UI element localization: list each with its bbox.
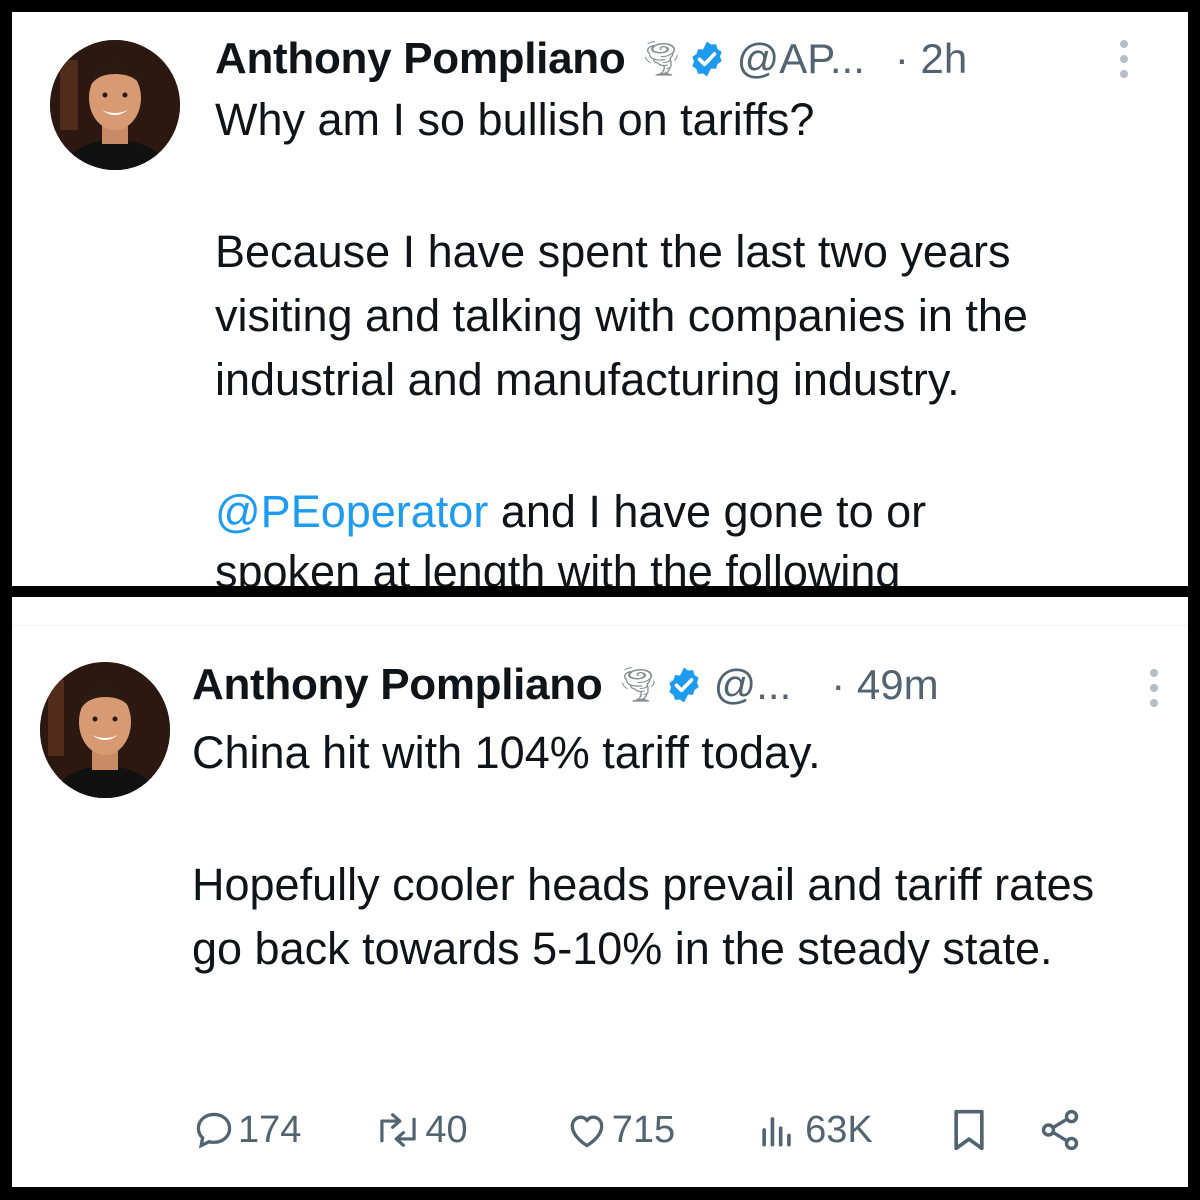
reply-count: 174 [238,1108,302,1151]
like-count: 715 [611,1108,676,1151]
avatar[interactable] [40,662,170,798]
tweet-text-paragraph: Hopefully cooler heads prevail and tarif… [192,859,1095,974]
tweet-text-paragraph: @PEoperator and I have gone to or [215,480,1155,544]
tornado-icon: 🌪 [616,666,660,704]
views-icon [762,1117,791,1147]
tornado-icon: 🌪 [639,40,683,78]
divider [12,625,1188,626]
tweet-text-line: China hit with 104% tariff today. [192,727,821,778]
tweet-header: Anthony Pompliano 🌪 @... · 49m [192,660,939,710]
author-name[interactable]: Anthony Pompliano [215,34,626,84]
mention-link[interactable]: @PEoperator [215,486,488,537]
share-icon [1041,1109,1078,1151]
tweet-card-bottom[interactable]: Anthony Pompliano 🌪 @... · 49m China hit… [12,597,1188,1187]
view-count: 63K [805,1108,873,1151]
views-button[interactable]: 63K [755,1108,873,1152]
bookmark-button[interactable] [947,1106,991,1154]
tweet-text-line: spoken at length with the following [215,546,901,586]
share-button[interactable] [1037,1107,1083,1153]
repost-count: 40 [425,1108,468,1151]
more-icon[interactable] [1120,40,1128,78]
tweet-time[interactable]: · 2h [895,35,967,83]
reply-button[interactable]: 174 [192,1108,301,1152]
avatar[interactable] [50,40,180,170]
more-icon[interactable] [1150,669,1158,707]
repost-button[interactable]: 40 [373,1108,468,1152]
verified-badge-icon [668,667,699,703]
author-handle[interactable]: @AP... [737,35,865,83]
verified-badge-icon [691,41,722,77]
bookmark-icon [954,1109,984,1151]
tweet-text: Why am I so bullish on tariffs? Because … [215,88,1155,586]
tweet-text-paragraph: Because I have spent the last two years … [215,226,1028,405]
tweet-action-bar: 174 40 715 63K [192,1106,1083,1154]
author-handle[interactable]: @... [714,661,792,709]
tweet-text-line: Why am I so bullish on tariffs? [215,94,815,145]
like-icon [570,1115,604,1148]
tweet-time[interactable]: · 49m [831,661,938,709]
reply-icon [196,1112,232,1149]
tweet-card-top[interactable]: Anthony Pompliano 🌪 @AP... · 2h Why am I… [12,12,1188,586]
tweet-text: China hit with 104% tariff today. Hopefu… [192,721,1152,981]
tweet-header: Anthony Pompliano 🌪 @AP... · 2h [215,34,967,84]
like-button[interactable]: 715 [564,1108,675,1152]
tweet-text-fragment: and I have gone to or [488,486,927,537]
repost-icon [380,1113,417,1147]
author-name[interactable]: Anthony Pompliano [192,660,603,710]
